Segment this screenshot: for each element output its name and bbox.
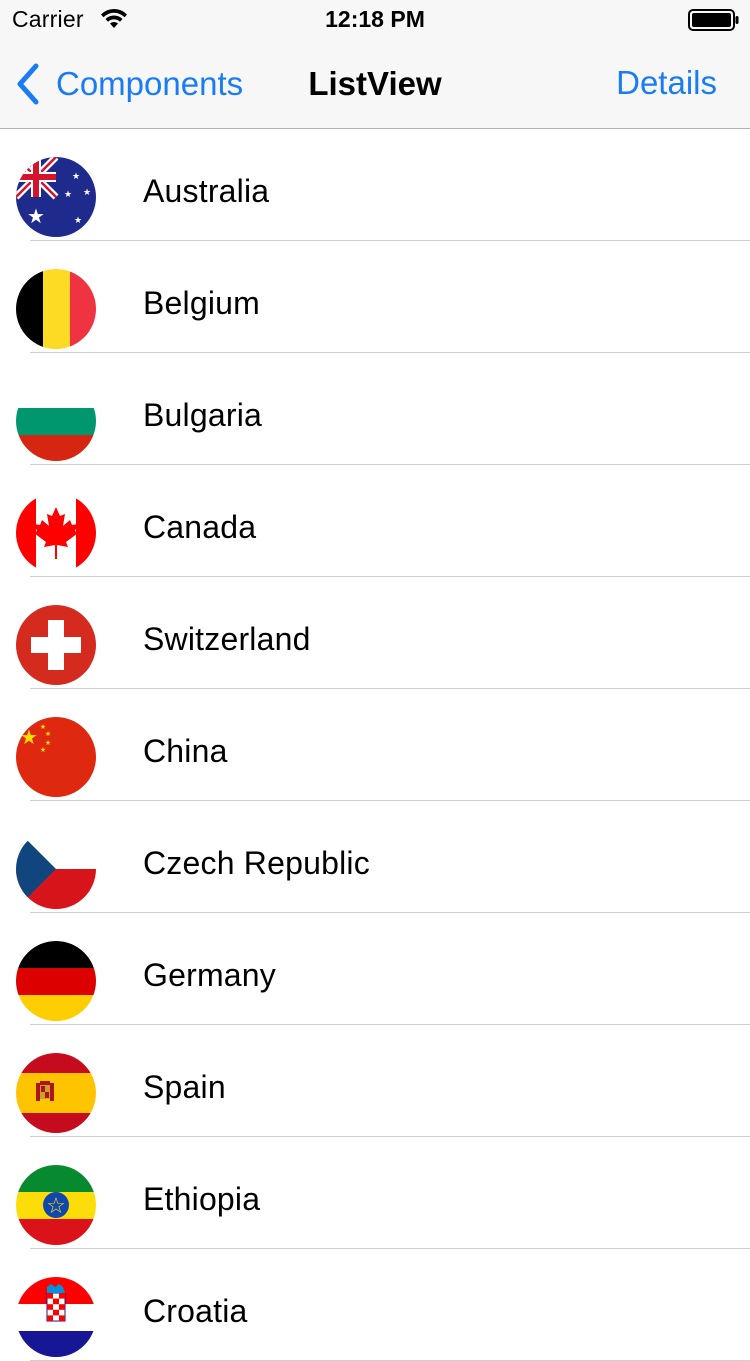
country-name: China xyxy=(143,733,228,769)
list-item-canada[interactable]: Canada xyxy=(0,465,750,577)
list-item-switzerland[interactable]: Switzerland xyxy=(0,577,750,689)
battery-icon xyxy=(688,9,739,31)
list-item-china[interactable]: ★ ★ ★ ★ ★ China xyxy=(0,689,750,801)
country-name: Switzerland xyxy=(143,621,311,657)
country-name: Ethiopia xyxy=(143,1181,261,1217)
svg-text:★: ★ xyxy=(27,204,45,228)
croatia-flag-icon xyxy=(16,1277,96,1357)
spain-flag-icon xyxy=(16,1053,96,1133)
clock: 12:18 PM xyxy=(325,6,425,32)
svg-text:★: ★ xyxy=(45,730,51,738)
country-name: Germany xyxy=(143,957,276,993)
country-list: ★ ★ ★ ★ ★ Australia Belgium Bulgaria Can… xyxy=(0,129,750,1361)
germany-flag-icon xyxy=(16,941,96,1021)
svg-text:★: ★ xyxy=(40,746,46,754)
list-item-australia[interactable]: ★ ★ ★ ★ ★ Australia xyxy=(0,129,750,241)
svg-text:★: ★ xyxy=(20,725,38,749)
canada-flag-icon xyxy=(16,493,96,573)
svg-text:☆: ☆ xyxy=(46,1194,66,1219)
list-item-germany[interactable]: Germany xyxy=(0,913,750,1025)
country-name: Australia xyxy=(143,173,270,209)
country-name: Bulgaria xyxy=(143,397,263,433)
svg-text:★: ★ xyxy=(74,216,82,226)
country-name: Croatia xyxy=(143,1293,248,1329)
country-name: Czech Republic xyxy=(143,845,370,881)
china-flag-icon: ★ ★ ★ ★ ★ xyxy=(16,717,96,797)
list-item-bulgaria[interactable]: Bulgaria xyxy=(0,353,750,465)
list-item-ethiopia[interactable]: ☆ Ethiopia xyxy=(0,1137,750,1249)
navigation-bar: Components ListView Details xyxy=(0,40,750,129)
ethiopia-flag-icon: ☆ xyxy=(16,1165,96,1245)
country-name: Canada xyxy=(143,509,257,545)
australia-flag-icon: ★ ★ ★ ★ ★ xyxy=(16,157,96,237)
belgium-flag-icon xyxy=(16,269,96,349)
country-name: Belgium xyxy=(143,285,261,321)
bulgaria-flag-icon xyxy=(16,381,96,461)
czech-republic-flag-icon xyxy=(16,829,96,909)
list-item-czech-republic[interactable]: Czech Republic xyxy=(0,801,750,913)
svg-text:★: ★ xyxy=(64,190,72,200)
switzerland-flag-icon xyxy=(16,605,96,685)
list-item-croatia[interactable]: Croatia xyxy=(0,1249,750,1361)
details-button[interactable]: Details xyxy=(616,64,717,102)
svg-text:★: ★ xyxy=(72,172,80,182)
list-item-spain[interactable]: Spain xyxy=(0,1025,750,1137)
list-item-belgium[interactable]: Belgium xyxy=(0,241,750,353)
country-name: Spain xyxy=(143,1069,226,1105)
status-bar: Carrier 12:18 PM xyxy=(0,0,750,40)
svg-text:★: ★ xyxy=(83,188,91,198)
